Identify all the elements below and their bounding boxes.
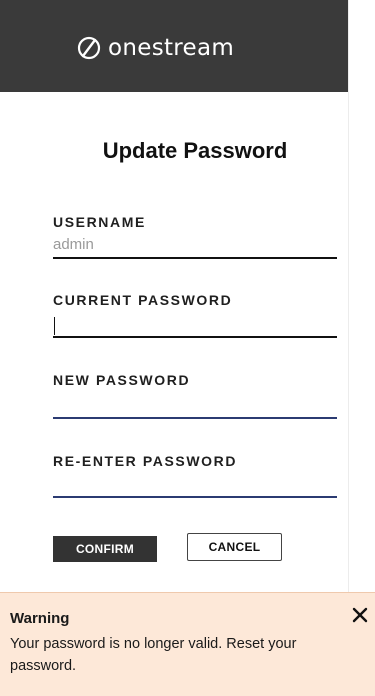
cancel-button[interactable]: CANCEL (187, 533, 282, 561)
logo-text: onestream (108, 35, 235, 61)
text-cursor (54, 317, 55, 335)
new-password-label: NEW PASSWORD (53, 372, 191, 388)
warning-message: Your password is no longer valid. Reset … (10, 636, 297, 674)
current-password-label: CURRENT PASSWORD (53, 292, 233, 308)
onestream-logo-icon (77, 36, 101, 60)
reenter-password-field[interactable] (53, 496, 337, 498)
update-password-form: Update Password (0, 92, 348, 592)
update-password-page: onestream Update Password USERNAME admin… (0, 0, 375, 696)
confirm-button[interactable]: CONFIRM (53, 536, 157, 562)
page-title: Update Password (102, 138, 288, 163)
warning-title: Warning (10, 610, 70, 627)
close-icon[interactable] (350, 605, 370, 625)
close-icon-glyph (352, 607, 368, 623)
username-label: USERNAME (53, 214, 146, 230)
username-field: admin (53, 236, 94, 253)
reenter-password-label: RE-ENTER PASSWORD (53, 453, 238, 469)
new-password-field[interactable] (53, 417, 337, 419)
username-underline (53, 257, 337, 259)
current-password-field[interactable] (53, 336, 337, 338)
onestream-logo: onestream (76, 31, 234, 65)
app-header: onestream (0, 0, 348, 92)
warning-banner: Warning Your password is no longer valid… (0, 592, 375, 696)
